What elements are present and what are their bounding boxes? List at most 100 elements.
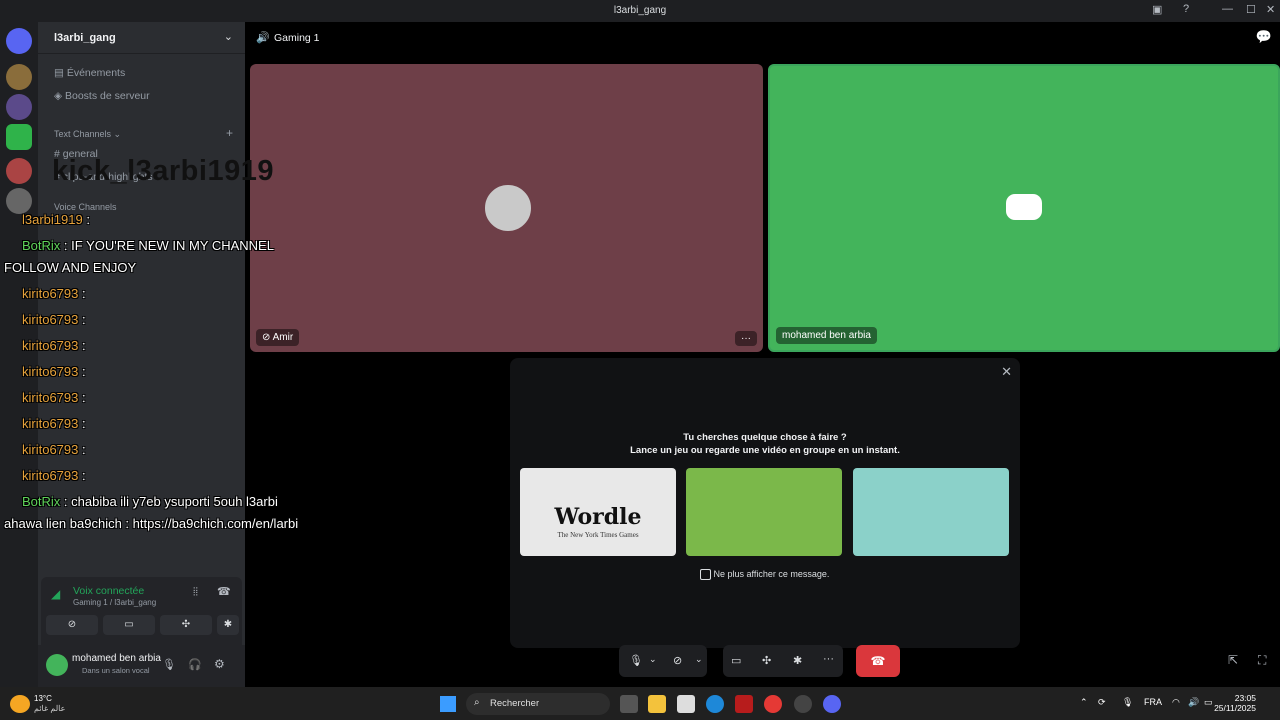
user-panel: mohamed ben arbia Dans un salon vocal 🎙 …: [38, 645, 245, 687]
noise-suppression-icon[interactable]: ⦙⦙: [193, 586, 198, 599]
close-icon[interactable]: ✕: [1266, 3, 1275, 16]
server-icon[interactable]: [6, 158, 32, 184]
weather-icon[interactable]: [10, 695, 30, 713]
game-card-farm[interactable]: [686, 468, 842, 556]
fullscreen-icon[interactable]: ⛶: [1258, 653, 1266, 668]
battery-icon[interactable]: ▭: [1204, 697, 1213, 708]
server-icon[interactable]: [6, 124, 32, 150]
opera-gx-icon[interactable]: [764, 695, 782, 713]
server-header[interactable]: l3arbi_gang ⌄: [38, 22, 245, 54]
activities-button[interactable]: ✣: [160, 615, 212, 635]
wifi-icon[interactable]: ◠: [1172, 697, 1180, 708]
game-publisher: The New York Times Games: [557, 531, 639, 539]
camera-off-icon[interactable]: ⊘: [673, 654, 682, 667]
text-channels-category[interactable]: Text Channels ⌄: [54, 129, 121, 140]
category-label: Text Channels: [54, 129, 112, 139]
chat-username: l3arbi1919: [22, 212, 83, 227]
close-icon[interactable]: ✕: [1001, 364, 1012, 380]
discord-home-icon[interactable]: [6, 28, 32, 54]
edge-icon[interactable]: [706, 695, 724, 713]
signal-icon[interactable]: ◢: [51, 587, 60, 601]
avatar[interactable]: [46, 654, 68, 676]
boosts-item[interactable]: ◈ Boosts de serveur: [54, 90, 150, 102]
microphone-icon[interactable]: 🎙: [1122, 697, 1133, 708]
chat-message: l3arbi1919 :: [22, 212, 90, 227]
participant-name: ⊘ Amir: [256, 329, 300, 346]
window-title: l3arbi_gang: [613, 5, 667, 16]
windows-start-icon[interactable]: [440, 696, 456, 712]
more-options-icon[interactable]: ···: [735, 331, 757, 346]
file-explorer-icon[interactable]: [648, 695, 666, 713]
game-card-putt-party[interactable]: [853, 468, 1009, 556]
chat-message: kirito6793 :: [22, 338, 86, 353]
speaker-icon: 🔊: [256, 32, 270, 44]
server-icon[interactable]: [6, 64, 32, 90]
voice-location: Gaming 1 / l3arbi_gang: [73, 598, 157, 607]
chat-text: : IF YOU'RE NEW IN MY CHANNEL: [63, 238, 274, 253]
app-icon[interactable]: [735, 695, 753, 713]
participant-tile[interactable]: ⊘ Amir ···: [250, 64, 763, 352]
chat-username: kirito6793: [22, 390, 79, 405]
server-icon[interactable]: [6, 188, 32, 214]
chat-message: kirito6793 :: [22, 312, 86, 327]
settings-gear-icon[interactable]: ⚙: [214, 657, 225, 671]
add-channel-icon[interactable]: +: [226, 126, 233, 140]
chat-text: :: [82, 286, 86, 301]
chevron-down-icon[interactable]: ⌄: [649, 654, 657, 665]
chat-text: :: [82, 468, 86, 483]
volume-icon[interactable]: 🔊: [1188, 697, 1199, 708]
voice-channels-category[interactable]: Voice Channels: [54, 202, 117, 212]
soundboard-button[interactable]: ✱: [217, 615, 239, 635]
help-icon[interactable]: ?: [1183, 3, 1189, 15]
soundboard-icon[interactable]: ✱: [793, 654, 802, 667]
user-status: Dans un salon vocal: [82, 666, 150, 675]
activity-description: Lance un jeu ou regarde une vidéo en gro…: [630, 445, 900, 456]
minimize-icon[interactable]: —: [1222, 3, 1233, 15]
overlay-title: kick_l3arbi1919: [52, 155, 274, 187]
chat-message: kirito6793 :: [22, 364, 86, 379]
language-indicator[interactable]: FRA: [1144, 697, 1162, 707]
hang-up-button[interactable]: ☎: [856, 645, 900, 677]
weather-temp: 13°C: [34, 694, 52, 703]
search-box[interactable]: ⌕ Rechercher: [466, 693, 610, 715]
activities-icon[interactable]: ✣: [762, 654, 771, 667]
screen-share-button[interactable]: ▭: [103, 615, 155, 635]
dont-show-row[interactable]: Ne plus afficher ce message.: [700, 569, 829, 581]
mic-camera-group: 🎙 ⌄ ⊘ ⌄: [619, 645, 707, 677]
chat-message: kirito6793 :: [22, 390, 86, 405]
task-view-icon[interactable]: [620, 695, 638, 713]
participant-label: Amir: [272, 332, 294, 343]
game-card-wordle[interactable]: Wordle The New York Times Games: [520, 468, 676, 556]
store-icon[interactable]: [677, 695, 695, 713]
sync-icon[interactable]: ⟳: [1098, 697, 1106, 708]
headphones-icon[interactable]: 🎧: [188, 658, 202, 671]
events-item[interactable]: ▤ Événements: [54, 67, 125, 79]
screen-share-icon[interactable]: ▭: [731, 654, 741, 667]
maximize-icon[interactable]: ☐: [1246, 3, 1256, 16]
pop-out-icon[interactable]: ⇱: [1228, 653, 1238, 667]
chat-bubble-icon[interactable]: 💬: [1256, 29, 1272, 45]
chevron-down-icon[interactable]: ⌄: [695, 654, 703, 665]
chat-username: kirito6793: [22, 416, 79, 431]
camera-button[interactable]: ⊘: [46, 615, 98, 635]
app-icon[interactable]: [794, 695, 812, 713]
more-options-icon[interactable]: ···: [823, 653, 834, 665]
checkbox[interactable]: [700, 569, 711, 581]
microphone-icon[interactable]: 🎙: [629, 654, 643, 667]
participant-tile[interactable]: mohamed ben arbia: [768, 64, 1280, 352]
discord-icon[interactable]: [823, 695, 841, 713]
activity-question: Tu cherches quelque chose à faire ?: [683, 432, 847, 443]
disconnect-icon[interactable]: ☎: [217, 585, 231, 598]
chat-text: :: [82, 338, 86, 353]
chat-message: ahawa lien ba9chich : https://ba9chich.c…: [4, 516, 298, 531]
chevron-up-icon[interactable]: ⌃: [1080, 697, 1088, 708]
microphone-icon[interactable]: 🎙: [162, 658, 176, 671]
chat-text: : chabiba ili y7eb ysuporti 5ouh l3arbi: [63, 494, 278, 509]
clock[interactable]: 23:05 25/11/2025: [1214, 693, 1256, 713]
chevron-down-icon[interactable]: ⌄: [224, 30, 233, 43]
server-icon[interactable]: [6, 94, 32, 120]
inbox-icon[interactable]: ▣: [1152, 3, 1162, 16]
server-name: l3arbi_gang: [54, 32, 116, 44]
participant-name: mohamed ben arbia: [776, 327, 877, 344]
chat-username: kirito6793: [22, 442, 79, 457]
